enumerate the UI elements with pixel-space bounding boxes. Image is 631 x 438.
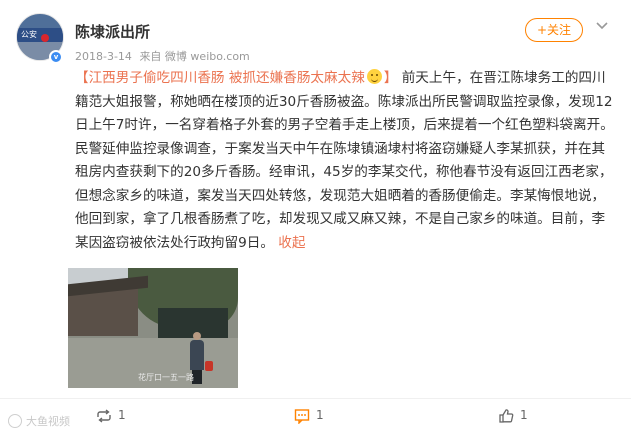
laughing-face-icon [366,69,382,84]
post-meta: 2018-3-14 来自 微博 weibo.com [75,48,254,64]
post-body-text: 前天上午，在晋江陈埭务工的四川籍范大姐报警，称她晒在楼顶的近30斤香肠被盗。陈埭… [75,70,614,251]
weibo-post-card: 公安 v 陈埭派出所 2018-3-14 来自 微博 weibo.com +关注… [0,0,631,438]
follow-button[interactable]: +关注 [525,18,583,42]
chevron-down-icon[interactable] [594,18,610,34]
post-source: 来自 微博 weibo.com [139,50,250,63]
headline-close: 】 [383,70,398,86]
watermark-logo-icon [8,414,22,428]
repost-count: 1 [118,408,126,422]
watermark-text: 大鱼视频 [26,415,70,428]
image-caption: 花厅口一五一路 [138,373,194,382]
comment-icon [294,409,310,424]
avatar-text: 公安 [21,30,37,39]
image-person [190,332,204,384]
collapse-link[interactable]: 收起 [278,235,305,251]
post-footer: 1 1 1 [0,399,631,438]
verified-badge-icon: v [49,50,63,64]
author-name[interactable]: 陈埭派出所 [75,21,150,42]
comment-count: 1 [316,408,324,422]
post-image[interactable]: 花厅口一五一路 [68,268,238,388]
headline-topic[interactable]: 【江西男子偷吃四川香肠 被抓还嫌香肠太麻太辣 [75,70,365,86]
post-content: 【江西男子偷吃四川香肠 被抓还嫌香肠太麻太辣 】 前天上午，在晋江陈埭务工的四川籍… [75,67,615,255]
image-red-bag [205,361,213,371]
like-count: 1 [520,408,528,422]
image-person-head [193,332,201,340]
thumbs-up-icon [499,409,514,423]
post-date[interactable]: 2018-3-14 [75,50,132,63]
avatar-emblem [41,34,49,42]
repost-icon [97,409,111,423]
